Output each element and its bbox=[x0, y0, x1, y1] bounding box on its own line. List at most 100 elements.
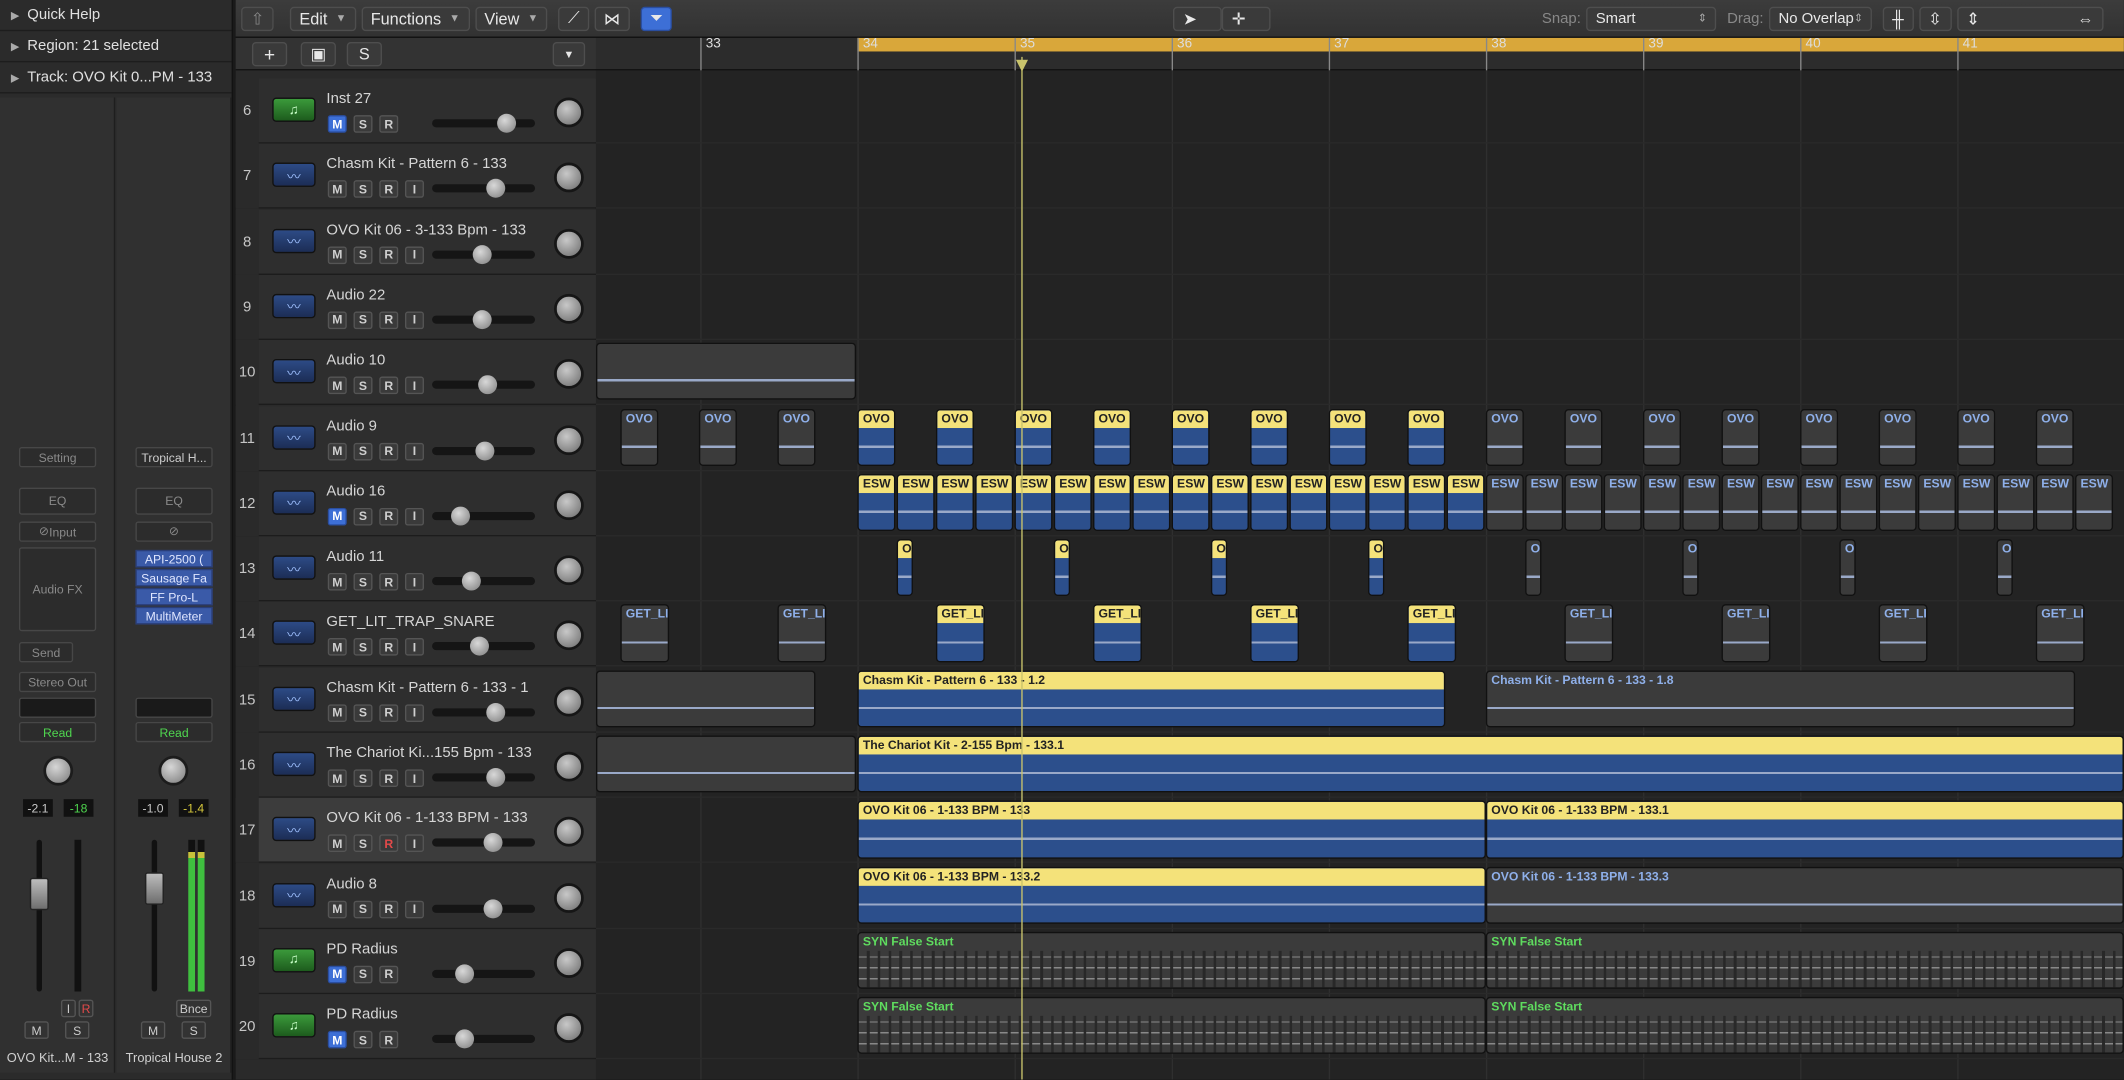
volume-slider-thumb[interactable] bbox=[478, 375, 498, 395]
region[interactable]: OVO I bbox=[1564, 408, 1603, 466]
audio-waveform-icon[interactable]: 〰 bbox=[272, 162, 316, 188]
volume-fader-track[interactable] bbox=[151, 839, 158, 992]
volume-fader[interactable] bbox=[29, 877, 49, 911]
audio-waveform-icon[interactable]: 〰 bbox=[272, 882, 316, 907]
region[interactable]: OVO I bbox=[777, 408, 816, 466]
bar-number[interactable]: 34 bbox=[857, 37, 878, 71]
record-enable-button[interactable]: R bbox=[379, 376, 399, 395]
track-header[interactable]: 19 ♫ PD Radius M S R bbox=[235, 929, 596, 995]
region[interactable]: ESW bbox=[1800, 473, 1839, 532]
region[interactable]: OVO bbox=[1014, 408, 1053, 466]
pan-knob[interactable] bbox=[553, 293, 584, 324]
automation-read-button[interactable]: Read bbox=[18, 721, 97, 743]
audio-waveform-icon[interactable]: 〰 bbox=[272, 490, 316, 515]
region[interactable]: OV bbox=[1053, 539, 1071, 597]
track-options-button[interactable]: ▼ bbox=[552, 41, 586, 67]
audio-waveform-icon[interactable]: 〰 bbox=[272, 817, 316, 842]
software-instrument-icon[interactable]: ♫ bbox=[272, 97, 316, 122]
volume-slider-thumb[interactable] bbox=[450, 506, 470, 526]
region[interactable]: OVO I bbox=[1093, 408, 1132, 466]
plugin-slot[interactable]: FF Pro-L bbox=[135, 587, 213, 606]
region[interactable]: Chasm Kit - Pattern 6 - 133 - 1.8 bbox=[1485, 670, 2076, 728]
global-solo-button[interactable]: S bbox=[346, 41, 382, 67]
pan-knob[interactable] bbox=[553, 1013, 584, 1044]
region[interactable]: GET_LI bbox=[2035, 604, 2085, 662]
region[interactable]: OVO Kit 06 - 1-133 BPM - 133 bbox=[857, 800, 1486, 859]
volume-fader[interactable] bbox=[144, 872, 164, 905]
volume-slider[interactable] bbox=[432, 637, 536, 657]
record-enable-button[interactable]: R bbox=[379, 180, 399, 199]
audio-waveform-icon[interactable]: 〰 bbox=[272, 228, 316, 253]
volume-slider-thumb[interactable] bbox=[461, 571, 481, 591]
track-header[interactable]: 13 〰 Audio 11 M S R I bbox=[235, 536, 596, 602]
record-enable-button[interactable]: R bbox=[379, 900, 399, 918]
input-monitor-button[interactable]: I bbox=[404, 834, 424, 853]
mute-button[interactable]: M bbox=[327, 834, 347, 853]
region[interactable]: ESW bbox=[1878, 473, 1917, 532]
input-monitor-button[interactable]: I bbox=[404, 245, 424, 264]
solo-button[interactable]: S bbox=[353, 834, 373, 853]
region[interactable]: ESW bbox=[1368, 473, 1406, 532]
record-enable-button[interactable]: R bbox=[379, 638, 399, 657]
solo-button[interactable]: S bbox=[65, 1021, 90, 1039]
input-monitor-button[interactable]: I bbox=[404, 573, 424, 591]
record-enable-button[interactable]: R bbox=[379, 834, 399, 853]
plugin-slot[interactable]: Sausage Fa bbox=[135, 568, 213, 587]
audio-waveform-icon[interactable]: 〰 bbox=[272, 620, 316, 646]
input-monitor-button[interactable]: I bbox=[404, 507, 424, 526]
region[interactable]: ESW bbox=[1957, 473, 1996, 532]
waveform-zoom-button[interactable]: ╫ bbox=[1882, 6, 1914, 31]
audio-waveform-icon[interactable]: 〰 bbox=[272, 555, 316, 580]
input-monitor-button[interactable]: I bbox=[404, 638, 424, 657]
functions-menu[interactable]: Functions ▼ bbox=[361, 6, 470, 31]
audio-waveform-icon[interactable]: 〰 bbox=[272, 424, 316, 450]
volume-slider-thumb[interactable] bbox=[486, 768, 506, 787]
region[interactable]: OVO Kit 06 - 1-133 BPM - 133.2 bbox=[857, 866, 1486, 924]
volume-slider-thumb[interactable] bbox=[486, 179, 506, 199]
bar-number[interactable]: 36 bbox=[1171, 37, 1192, 71]
setting-button[interactable]: Setting bbox=[18, 446, 97, 468]
region[interactable]: GET_LIT bbox=[1407, 604, 1457, 662]
record-enable-button[interactable]: R bbox=[379, 703, 399, 722]
bar-number[interactable]: 40 bbox=[1800, 37, 1821, 71]
vertical-zoom-button[interactable]: ⇳ bbox=[1918, 6, 1952, 31]
volume-slider-thumb[interactable] bbox=[472, 310, 492, 329]
region[interactable]: ESW bbox=[1839, 473, 1878, 532]
volume-slider-thumb[interactable] bbox=[497, 113, 517, 133]
snap-select[interactable]: Smart ⇕ bbox=[1586, 6, 1717, 31]
pan-knob[interactable] bbox=[553, 751, 584, 782]
region[interactable]: ESW bbox=[1603, 473, 1642, 532]
flex-button[interactable]: ⋈ bbox=[594, 6, 630, 31]
track-header[interactable]: 6 ♫ Inst 27 M S R bbox=[235, 78, 596, 144]
bar-number[interactable]: 39 bbox=[1643, 37, 1663, 71]
region[interactable]: OVO I bbox=[1643, 408, 1681, 466]
pan-knob[interactable] bbox=[553, 424, 584, 455]
region[interactable]: O bbox=[1525, 539, 1542, 597]
track-header[interactable]: 16 〰 The Chariot Ki...155 Bpm - 133 M S R I bbox=[235, 732, 596, 798]
mute-button[interactable]: M bbox=[327, 900, 347, 918]
region[interactable]: GET_LIT bbox=[1250, 604, 1299, 662]
solo-button[interactable]: S bbox=[353, 507, 373, 526]
record-enable-button[interactable]: R bbox=[379, 115, 399, 133]
region[interactable]: ESW bbox=[1525, 473, 1564, 532]
solo-button[interactable]: S bbox=[181, 1021, 206, 1039]
region[interactable]: SYN False Start bbox=[1485, 997, 2124, 1055]
mute-button[interactable]: M bbox=[24, 1021, 49, 1039]
send-button[interactable]: Send bbox=[18, 642, 74, 663]
solo-button[interactable]: S bbox=[353, 245, 373, 264]
input-monitor-button[interactable]: I bbox=[404, 180, 424, 199]
region[interactable]: Chasm Kit - Pattern 6 - 133 - 1.2 bbox=[857, 670, 1446, 728]
solo-button[interactable]: S bbox=[353, 442, 373, 460]
record-enable-button[interactable]: R bbox=[78, 999, 94, 1018]
mute-button[interactable]: M bbox=[327, 703, 347, 722]
region[interactable]: OVO bbox=[935, 408, 974, 466]
track-name[interactable]: PD Radius bbox=[326, 1007, 397, 1023]
volume-slider[interactable] bbox=[432, 571, 536, 591]
volume-slider[interactable] bbox=[432, 898, 536, 918]
volume-slider[interactable] bbox=[432, 833, 536, 853]
region[interactable]: ESW bbox=[2035, 473, 2074, 532]
volume-slider[interactable] bbox=[432, 179, 536, 199]
new-folder-button[interactable]: ▣ bbox=[300, 41, 336, 67]
volume-slider-thumb[interactable] bbox=[469, 637, 489, 657]
track-header[interactable]: 12 〰 Audio 16 M S R I bbox=[235, 471, 596, 537]
